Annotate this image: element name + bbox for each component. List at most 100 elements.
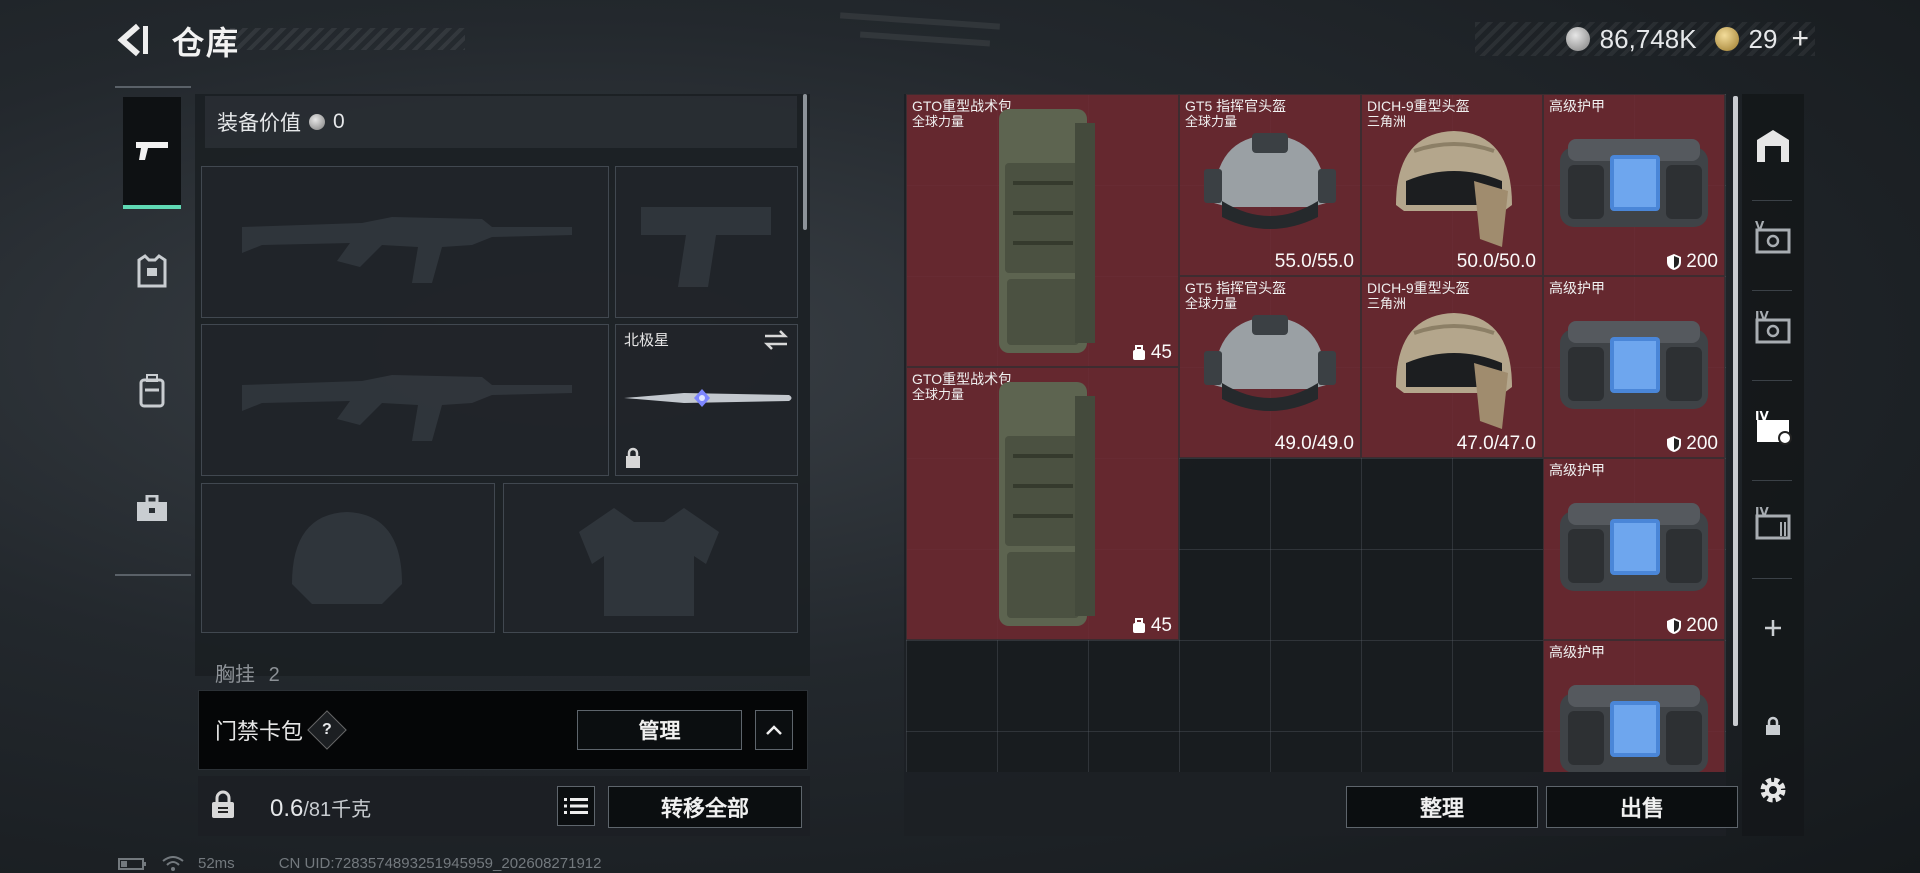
item-value: 200 (1666, 251, 1718, 273)
stash-item-armor[interactable]: 高级护甲 200 (1543, 458, 1725, 640)
tab-backpack[interactable] (123, 362, 181, 420)
loadout-scrollbar[interactable] (803, 94, 807, 230)
back-arrow-icon (117, 23, 148, 57)
item-value: 200 (1666, 433, 1718, 455)
pistol-icon (136, 142, 168, 160)
item-name: GT5 指挥官头盔 (1185, 280, 1287, 296)
armor-icon (1560, 685, 1708, 772)
lock-page-button[interactable] (1745, 698, 1801, 754)
ping-text: 52ms (198, 855, 235, 872)
weight-capacity: 0.6/81千克 (270, 795, 372, 822)
lock-icon (626, 447, 640, 468)
rail-page-5[interactable]: V (1745, 210, 1801, 266)
armor-slot[interactable] (503, 483, 798, 633)
stash-item-backpack[interactable]: GTO重型战术包 全球力量 45 (906, 367, 1179, 640)
knife-icon (624, 389, 792, 407)
pistol-slot[interactable] (615, 166, 798, 318)
stash-item-backpack[interactable]: GTO重型战术包 全球力量 45 (906, 94, 1179, 367)
uid-text: CN UID:7283574893251945959_202608271912 (278, 855, 602, 872)
tab-armor[interactable] (123, 242, 181, 300)
item-value: 45 (1131, 342, 1172, 364)
list-view-button[interactable] (557, 786, 595, 826)
manage-button[interactable]: 管理 (577, 710, 742, 750)
armor-icon (1560, 139, 1708, 227)
rail-page-4-active[interactable]: IV (1745, 400, 1801, 456)
backpack-icon (999, 382, 1095, 626)
stash-page-icon: IV (1755, 505, 1791, 540)
capacity-icon (1132, 618, 1145, 633)
capacity-icon (1132, 345, 1145, 360)
sell-button[interactable]: 出售 (1546, 786, 1738, 828)
backpack-icon (139, 374, 165, 408)
rail-page-4-alt[interactable]: IV (1745, 496, 1801, 552)
helmet-icon (1396, 313, 1512, 429)
help-icon[interactable]: ? (307, 710, 347, 750)
stash-item-helmet[interactable]: GT5 指挥官头盔 全球力量 55.0/55.0 (1179, 94, 1361, 276)
equip-value-row: 装备价值 0 (205, 96, 797, 148)
shield-icon (1667, 618, 1682, 634)
silver-coin-icon (1565, 27, 1590, 51)
currency-bar: 86,748K 29 + (1475, 22, 1815, 56)
item-durability: 50.0/50.0 (1456, 251, 1536, 272)
helmet-slot[interactable] (201, 483, 495, 633)
helmet-icon (1396, 131, 1512, 247)
battery-icon (118, 857, 146, 870)
stash-item-helmet[interactable]: GT5 指挥官头盔 全球力量 49.0/49.0 (1179, 276, 1361, 458)
collapse-button[interactable] (755, 710, 793, 750)
secondary-weapon-slot[interactable] (201, 324, 609, 476)
settings-button[interactable] (1745, 762, 1801, 818)
helmet-icon (1204, 315, 1336, 411)
gold-coin-icon (1714, 27, 1739, 51)
rail-all-items[interactable] (1745, 118, 1801, 174)
stash-item-helmet[interactable]: DICH-9重型头盔 三角洲 50.0/50.0 (1361, 94, 1543, 276)
item-name: 高级护甲 (1549, 462, 1605, 478)
add-currency-button[interactable]: + (1791, 22, 1809, 56)
transfer-all-button[interactable]: 转移全部 (608, 786, 802, 828)
gold-amount: 29 (1748, 23, 1778, 54)
item-value: 200 (1666, 615, 1718, 637)
item-name: 高级护甲 (1549, 280, 1605, 296)
item-durability: 55.0/55.0 (1274, 251, 1354, 272)
svg-text:IV: IV (1755, 309, 1769, 323)
stash-item-helmet[interactable]: DICH-9重型头盔 三角洲 47.0/47.0 (1361, 276, 1543, 458)
back-button[interactable] (112, 20, 152, 60)
stash-item-armor[interactable]: 高级护甲 200 (1543, 276, 1725, 458)
equip-value: 0 (333, 110, 345, 133)
primary-weapon-slot[interactable] (201, 166, 609, 318)
stash-scrollbar[interactable] (1733, 96, 1738, 726)
rail-page-4[interactable]: IV (1745, 300, 1801, 356)
melee-slot-label: 北极星 (624, 332, 670, 349)
stash-page-icon: IV (1755, 409, 1792, 445)
lock-icon (1766, 716, 1780, 735)
equip-value-label: 装备价值 (217, 112, 301, 135)
swap-icon[interactable] (763, 329, 789, 351)
armor-icon (1560, 503, 1708, 591)
helmet-icon (1204, 133, 1336, 229)
item-value: 45 (1131, 615, 1172, 637)
svg-text:IV: IV (1755, 505, 1769, 519)
svg-text:IV: IV (1755, 409, 1769, 423)
briefcase-icon (137, 495, 167, 521)
item-durability: 47.0/47.0 (1456, 433, 1536, 454)
melee-slot[interactable]: 北极星 (615, 324, 798, 476)
stash-item-armor[interactable]: 高级护甲 200 (1543, 94, 1725, 276)
plus-icon (1765, 620, 1781, 636)
list-icon (564, 798, 588, 814)
organize-button[interactable]: 整理 (1346, 786, 1538, 828)
rifle-silhouette-icon (242, 217, 572, 283)
rifle-silhouette-icon (242, 375, 572, 441)
armor-silhouette-icon (579, 508, 719, 616)
silver-coin-icon (309, 114, 325, 130)
item-name: 高级护甲 (1549, 644, 1605, 660)
tab-weapons[interactable] (123, 97, 181, 209)
item-name: GT5 指挥官头盔 (1185, 98, 1287, 114)
add-page-button[interactable] (1745, 600, 1801, 656)
stash-item-armor[interactable]: 高级护甲 (1543, 640, 1725, 772)
stash-page-icon: IV (1755, 309, 1791, 344)
item-durability: 49.0/49.0 (1274, 433, 1354, 454)
stash-page-icon: V (1755, 219, 1791, 254)
weight-lock-icon (212, 790, 234, 818)
item-name: 高级护甲 (1549, 98, 1605, 114)
item-name: DICH-9重型头盔 (1367, 280, 1470, 296)
tab-case[interactable] (123, 480, 181, 538)
